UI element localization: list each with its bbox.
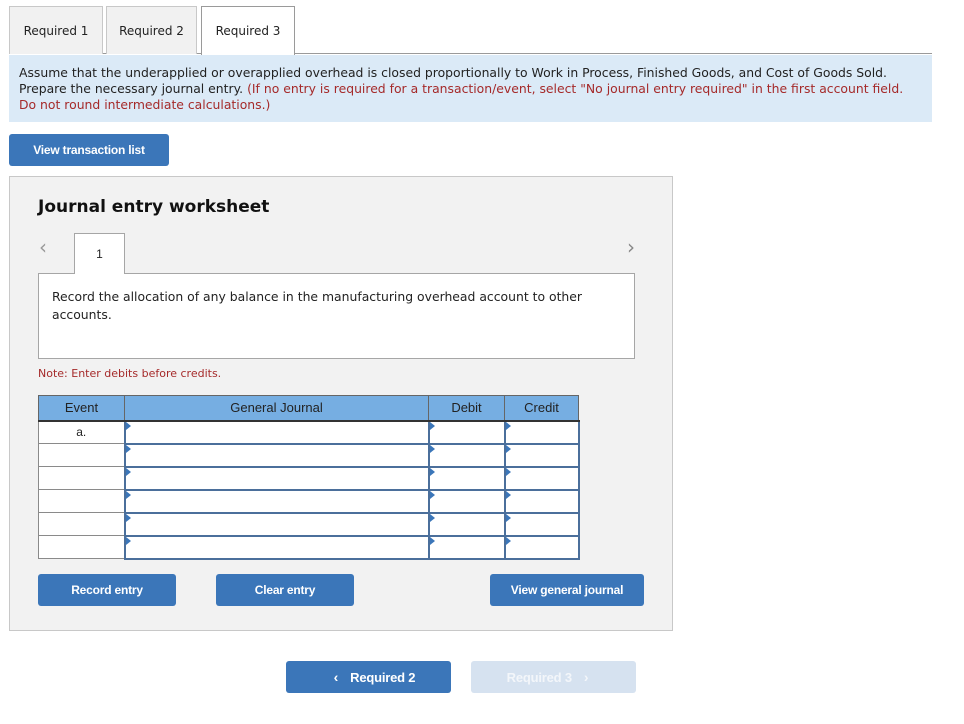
- table-row: [38, 488, 580, 514]
- debit-input[interactable]: [427, 465, 506, 491]
- event-cell: [38, 512, 125, 536]
- table-row: a.: [38, 419, 580, 445]
- debit-input[interactable]: [427, 488, 506, 514]
- record-entry-button[interactable]: Record entry: [38, 574, 176, 606]
- column-header-credit: Credit: [504, 395, 579, 422]
- credit-input[interactable]: [503, 442, 580, 468]
- view-general-journal-button[interactable]: View general journal: [490, 574, 644, 606]
- credit-input[interactable]: [503, 488, 580, 514]
- account-select[interactable]: [123, 534, 430, 560]
- journal-entry-worksheet: Journal entry worksheet ‹ 1 › Record the…: [9, 176, 673, 631]
- debit-input[interactable]: [427, 442, 506, 468]
- tab-required-3[interactable]: Required 3: [201, 6, 295, 55]
- previous-required-label: Required 2: [350, 669, 416, 685]
- chevron-left-icon: ‹: [333, 669, 339, 685]
- account-select[interactable]: [123, 465, 430, 491]
- debit-input[interactable]: [427, 419, 506, 445]
- next-required-button: Required 3 ›: [471, 661, 636, 693]
- account-select[interactable]: [123, 419, 430, 445]
- clear-entry-button[interactable]: Clear entry: [216, 574, 354, 606]
- tab-required-1[interactable]: Required 1: [9, 6, 103, 54]
- column-header-general-journal: General Journal: [124, 395, 429, 422]
- table-row: [38, 511, 580, 537]
- table-header-row: Event General Journal Debit Credit: [38, 395, 579, 422]
- debit-input[interactable]: [427, 534, 506, 560]
- event-cell: [38, 466, 125, 490]
- next-required-label: Required 3: [506, 669, 572, 685]
- table-row: [38, 442, 580, 468]
- column-header-debit: Debit: [428, 395, 505, 422]
- credit-input[interactable]: [503, 465, 580, 491]
- chevron-right-icon: ›: [583, 669, 589, 685]
- instruction-panel: Assume that the underapplied or overappl…: [9, 55, 932, 122]
- credit-input[interactable]: [503, 534, 580, 560]
- event-cell: [38, 535, 125, 559]
- chevron-left-icon[interactable]: ‹: [39, 235, 47, 259]
- view-transaction-list-button[interactable]: View transaction list: [9, 134, 169, 166]
- account-select[interactable]: [123, 511, 430, 537]
- column-header-event: Event: [38, 395, 125, 422]
- entry-tab-1[interactable]: 1: [74, 233, 125, 274]
- credit-input[interactable]: [503, 419, 580, 445]
- account-select[interactable]: [123, 488, 430, 514]
- debit-input[interactable]: [427, 511, 506, 537]
- tab-required-2[interactable]: Required 2: [106, 6, 197, 54]
- event-cell: [38, 443, 125, 467]
- previous-required-button[interactable]: ‹ Required 2: [286, 661, 451, 693]
- table-row: [38, 465, 580, 491]
- journal-table: Event General Journal Debit Credit a.: [38, 395, 580, 560]
- requirement-tabs: Required 1 Required 2 Required 3: [9, 6, 932, 55]
- table-row: [38, 534, 580, 560]
- event-cell: a.: [38, 420, 125, 444]
- debit-credit-note: Note: Enter debits before credits.: [38, 367, 222, 380]
- account-select[interactable]: [123, 442, 430, 468]
- credit-input[interactable]: [503, 511, 580, 537]
- entry-description: Record the allocation of any balance in …: [38, 273, 635, 359]
- worksheet-title: Journal entry worksheet: [38, 197, 270, 217]
- chevron-right-icon[interactable]: ›: [627, 235, 635, 259]
- event-cell: [38, 489, 125, 513]
